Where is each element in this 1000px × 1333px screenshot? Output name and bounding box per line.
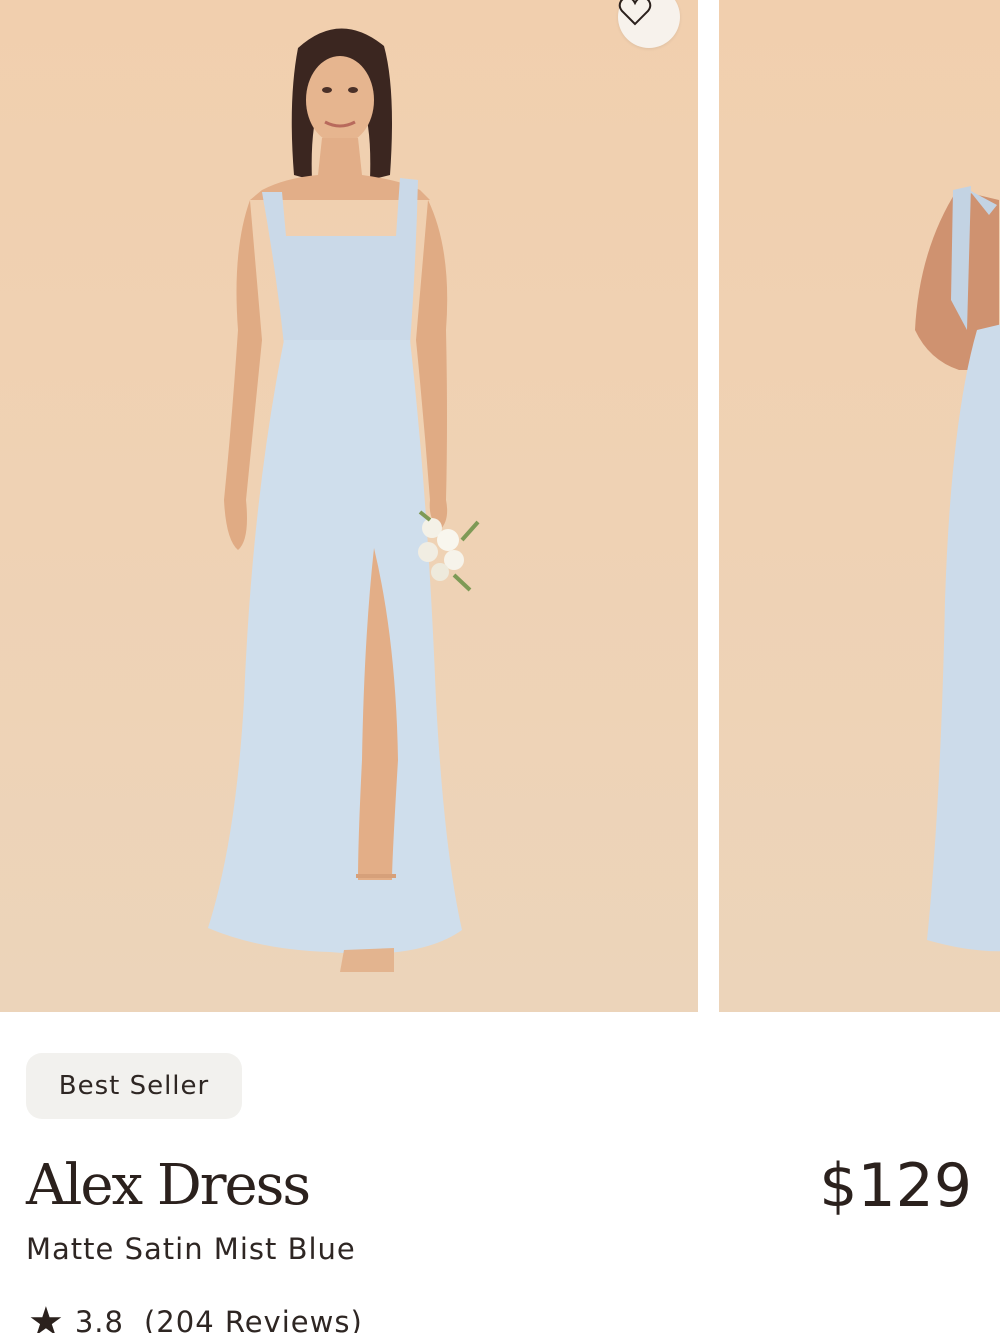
product-color-variant: Matte Satin Mist Blue [26, 1232, 356, 1266]
rating-value: 3.8 [74, 1305, 124, 1333]
product-image-carousel[interactable] [0, 0, 1000, 1012]
product-image-main[interactable] [0, 0, 698, 1012]
model-photo [208, 28, 480, 972]
product-page: Best Seller Alex Dress $129 Matte Satin … [0, 0, 1000, 1333]
model-photo-partial [915, 186, 1000, 952]
product-image-next[interactable] [719, 0, 1000, 1012]
product-rating[interactable]: ★ 3.8 (204 Reviews) [28, 1302, 363, 1333]
review-count-link[interactable]: (204 Reviews) [144, 1305, 363, 1333]
product-price: $129 [819, 1151, 972, 1221]
best-seller-badge: Best Seller [26, 1053, 242, 1119]
product-title: Alex Dress [26, 1153, 311, 1218]
star-icon: ★ [28, 1299, 65, 1333]
heart-outline-icon [618, 0, 652, 26]
